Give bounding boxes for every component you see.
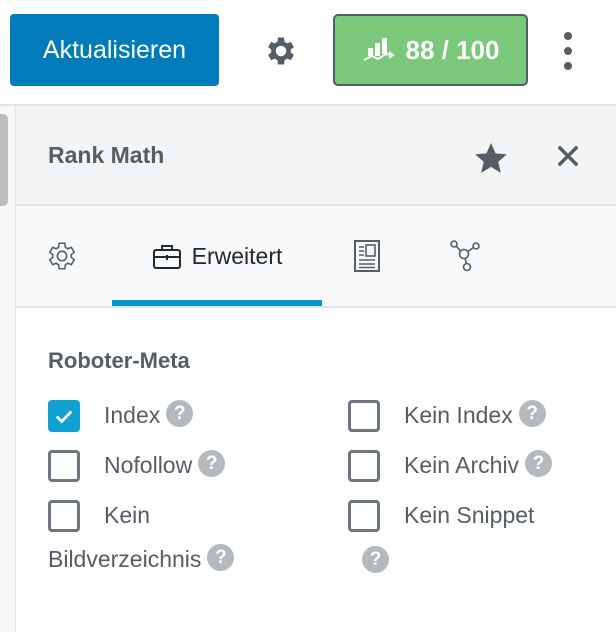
robots-meta-heading: Roboter-Meta: [48, 348, 190, 373]
help-icon[interactable]: ?: [525, 450, 553, 477]
checkmark-icon: [55, 410, 73, 424]
noarchive-label-text: Kein Archiv: [404, 452, 520, 478]
tab-advanced[interactable]: Erweitert: [112, 206, 322, 306]
favorite-button[interactable]: [472, 139, 510, 177]
close-icon: [558, 146, 578, 166]
help-icon[interactable]: ?: [198, 450, 226, 477]
star-icon: [475, 142, 507, 173]
article-icon: [354, 240, 380, 272]
noindex-label: Kein Index?: [404, 400, 546, 430]
robots-option-noarchive: Kein Archiv?: [348, 450, 553, 482]
update-button[interactable]: Aktualisieren: [10, 14, 219, 86]
help-icon[interactable]: ?: [518, 400, 546, 427]
scrollbar-thumb[interactable]: [0, 114, 8, 206]
robots-option-noimageindex: Kein: [48, 500, 150, 532]
noimageindex-label-line1: Kein: [104, 502, 151, 528]
help-icon[interactable]: ?: [207, 544, 235, 571]
settings-button[interactable]: [262, 32, 300, 70]
dot: [564, 47, 572, 55]
panel-title: Rank Math: [48, 142, 165, 168]
nosnippet-checkbox[interactable]: [348, 500, 380, 532]
panel-header: Rank Math: [16, 106, 616, 206]
robots-option-nosnippet: Kein Snippet: [348, 500, 534, 532]
noindex-label-text: Kein Index: [404, 402, 513, 428]
editor-toolbar: Aktualisieren 88 / 100: [0, 0, 616, 106]
advanced-tab-content: Roboter-Meta Index? Nofollow? Kein Bildv…: [16, 308, 616, 632]
dot: [564, 32, 572, 40]
share-nodes-icon: [450, 240, 480, 272]
close-panel-button[interactable]: [554, 142, 582, 170]
more-options-button[interactable]: [556, 28, 580, 74]
rank-math-panel: Rank Math Erweitert Roboter-Meta Index ?…: [16, 106, 616, 632]
panel-tabs: Erweitert: [16, 206, 616, 308]
nofollow-label: Nofollow?: [104, 450, 226, 480]
index-label-text: Index: [104, 402, 161, 428]
robots-option-index: Index?: [48, 400, 194, 432]
tab-social[interactable]: [440, 206, 490, 306]
active-tab-indicator: [112, 300, 322, 306]
noarchive-label: Kein Archiv?: [404, 450, 553, 480]
seo-score-button[interactable]: 88 / 100: [333, 14, 528, 86]
noimageindex-checkbox[interactable]: [48, 500, 80, 532]
tab-general[interactable]: [34, 206, 90, 306]
noarchive-checkbox[interactable]: [348, 450, 380, 482]
noimageindex-label-line2: Bildverzeichnis?: [48, 544, 235, 574]
robots-option-nofollow: Nofollow?: [48, 450, 226, 482]
nosnippet-label: Kein Snippet: [404, 502, 535, 528]
index-label: Index?: [104, 400, 194, 430]
rank-math-chart-icon: [363, 38, 395, 61]
tab-advanced-label: Erweitert: [191, 242, 283, 269]
nofollow-checkbox[interactable]: [48, 450, 80, 482]
index-checkbox[interactable]: [48, 400, 80, 432]
editor-scroll-area: [0, 106, 16, 632]
toolbox-icon: [152, 245, 181, 269]
help-icon[interactable]: ?: [166, 400, 194, 427]
help-icon[interactable]: ?: [362, 546, 389, 573]
gear-outline-icon: [48, 242, 76, 270]
nofollow-label-text: Nofollow: [104, 452, 193, 478]
robots-option-noindex: Kein Index?: [348, 400, 546, 432]
seo-score: 88 / 100: [405, 34, 500, 65]
noindex-checkbox[interactable]: [348, 400, 380, 432]
tab-schema[interactable]: [342, 206, 392, 306]
noimageindex-label-text: Bildverzeichnis: [48, 546, 202, 572]
gear-icon: [268, 37, 294, 65]
dot: [564, 62, 572, 70]
